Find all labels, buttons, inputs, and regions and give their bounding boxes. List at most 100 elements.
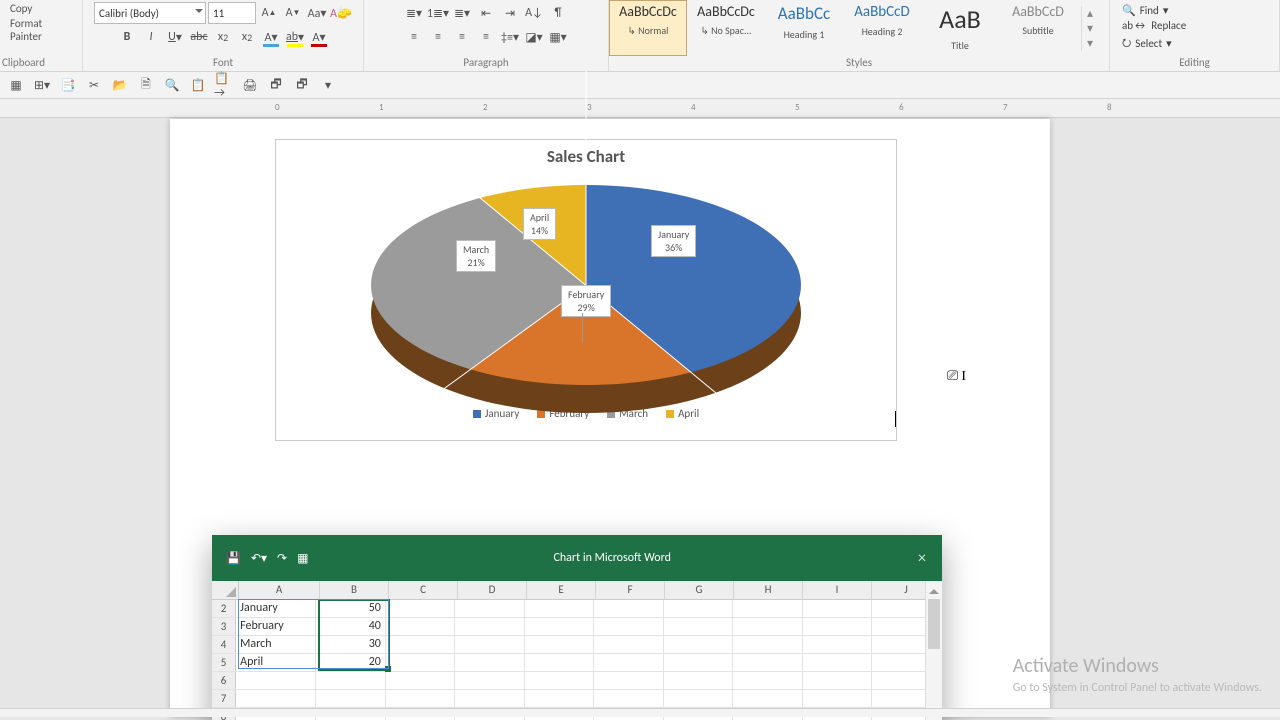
cell[interactable]: 20 [316, 654, 386, 671]
qat-btn-10[interactable]: 🗗 [266, 75, 286, 95]
find-button[interactable]: 🔍Find ▾ [1122, 4, 1186, 17]
row-header[interactable]: 2 [212, 600, 236, 617]
style-normal[interactable]: AaBbCcDc↳ Normal [609, 0, 687, 56]
col-header[interactable]: G [665, 581, 734, 599]
increase-indent-button[interactable]: ⇥ [499, 2, 521, 24]
cell[interactable]: 30 [316, 636, 386, 653]
cell[interactable] [803, 636, 873, 653]
row-header[interactable]: 3 [212, 618, 236, 635]
cell[interactable] [594, 600, 664, 617]
table-row[interactable]: 5 April 20 [212, 654, 942, 672]
cell[interactable] [525, 690, 595, 707]
cell[interactable] [664, 690, 734, 707]
paste-button[interactable]: 📋 [188, 75, 208, 95]
table-row[interactable]: 2 January 50 [212, 600, 942, 618]
print-button[interactable]: 🖨 [240, 75, 260, 95]
col-header[interactable]: D [458, 581, 527, 599]
show-marks-button[interactable]: ¶ [547, 2, 569, 24]
cell[interactable] [664, 618, 734, 635]
numbering-button[interactable]: 1≣▾ [427, 2, 449, 24]
cell[interactable] [733, 636, 803, 653]
font-color-button[interactable]: A▾ [308, 26, 330, 48]
qat-btn-11[interactable]: 🗗 [292, 75, 312, 95]
row-header[interactable]: 5 [212, 654, 236, 671]
copy-button[interactable]: Copy [6, 2, 32, 15]
cell[interactable] [525, 600, 595, 617]
line-spacing-button[interactable]: ‡≡▾ [499, 26, 521, 48]
xl-edit-data-icon[interactable]: ▦ [297, 551, 308, 566]
row-header[interactable]: 4 [212, 636, 236, 653]
decrease-indent-button[interactable]: ⇤ [475, 2, 497, 24]
vertical-scrollbar[interactable] [925, 581, 942, 720]
multilevel-button[interactable]: ≣▾ [451, 2, 473, 24]
highlight-button[interactable]: ab▾ [284, 26, 306, 48]
scroll-thumb[interactable] [928, 599, 940, 649]
chart-object[interactable]: Sales Chart January36% February29% March… [275, 139, 897, 441]
select-button[interactable]: ⭮Select ▾ [1122, 34, 1186, 53]
cell[interactable]: April [236, 654, 316, 671]
align-center-button[interactable]: ≡ [427, 26, 449, 48]
cell[interactable] [733, 600, 803, 617]
cell[interactable] [455, 672, 525, 689]
cell[interactable] [733, 690, 803, 707]
table-row[interactable]: 6 [212, 672, 942, 690]
borders-button[interactable]: ▦▾ [547, 26, 569, 48]
cell[interactable] [664, 672, 734, 689]
col-header[interactable]: F [596, 581, 665, 599]
layout-options-icon[interactable]: ⎚ I [947, 367, 966, 385]
shrink-font-button[interactable]: A▼ [282, 2, 304, 24]
italic-button[interactable]: I [140, 26, 162, 48]
col-header[interactable]: H [734, 581, 803, 599]
xl-undo-icon[interactable]: ↶▾ [251, 551, 267, 566]
styles-gallery[interactable]: AaBbCcDc↳ Normal AaBbCcDc↳ No Spac... Aa… [609, 0, 1077, 56]
pie-chart[interactable]: January36% February29% March21% April14% [371, 185, 801, 385]
row-header[interactable]: 7 [212, 690, 236, 707]
cell[interactable]: 50 [316, 600, 386, 617]
qat-more[interactable]: ▾ [318, 75, 338, 95]
cell[interactable] [316, 690, 386, 707]
align-right-button[interactable]: ≡ [451, 26, 473, 48]
horizontal-ruler[interactable]: 012345678 [0, 99, 1280, 118]
cell[interactable] [455, 690, 525, 707]
cell[interactable] [803, 690, 873, 707]
sort-button[interactable]: A↓ [523, 2, 545, 24]
cell[interactable] [664, 600, 734, 617]
cell[interactable] [803, 654, 873, 671]
cell[interactable] [525, 618, 595, 635]
cell[interactable] [594, 672, 664, 689]
cell[interactable] [733, 654, 803, 671]
align-left-button[interactable]: ≡ [403, 26, 425, 48]
grow-font-button[interactable]: A▲ [258, 2, 280, 24]
qat-btn-1[interactable]: ▦ [6, 75, 26, 95]
chart-datasheet-window[interactable]: 💾 ↶▾ ↷ ▦ Chart in Microsoft Word × A B C… [212, 535, 942, 720]
select-all-corner[interactable] [212, 581, 239, 599]
style-heading1[interactable]: AaBbCcHeading 1 [765, 0, 843, 56]
status-bar[interactable] [0, 708, 1280, 717]
col-header[interactable]: B [320, 581, 389, 599]
datasheet-titlebar[interactable]: 💾 ↶▾ ↷ ▦ Chart in Microsoft Word × [212, 535, 942, 581]
cell[interactable] [386, 636, 456, 653]
justify-button[interactable]: ≡ [475, 26, 497, 48]
change-case-button[interactable]: Aa▾ [306, 2, 328, 24]
row-header[interactable]: 6 [212, 672, 236, 689]
cell[interactable] [386, 690, 456, 707]
cell[interactable] [316, 672, 386, 689]
cell[interactable]: 40 [316, 618, 386, 635]
cell[interactable] [594, 654, 664, 671]
format-painter-button[interactable]: Format Painter [6, 17, 76, 43]
open-button[interactable]: 📂 [110, 75, 130, 95]
cell[interactable]: February [236, 618, 316, 635]
table-row[interactable]: 4 March 30 [212, 636, 942, 654]
cell[interactable] [386, 618, 456, 635]
bold-button[interactable]: B [116, 26, 138, 48]
cell[interactable] [733, 672, 803, 689]
cell[interactable] [455, 654, 525, 671]
cell[interactable] [525, 636, 595, 653]
superscript-button[interactable]: x2 [236, 26, 258, 48]
style-subtitle[interactable]: AaBbCcDSubtitle [999, 0, 1077, 56]
strike-button[interactable]: abc [188, 26, 210, 48]
cut-button[interactable]: ✂ [84, 75, 104, 95]
bullets-button[interactable]: ≣▾ [403, 2, 425, 24]
close-icon[interactable]: × [902, 549, 942, 568]
cell[interactable] [733, 618, 803, 635]
